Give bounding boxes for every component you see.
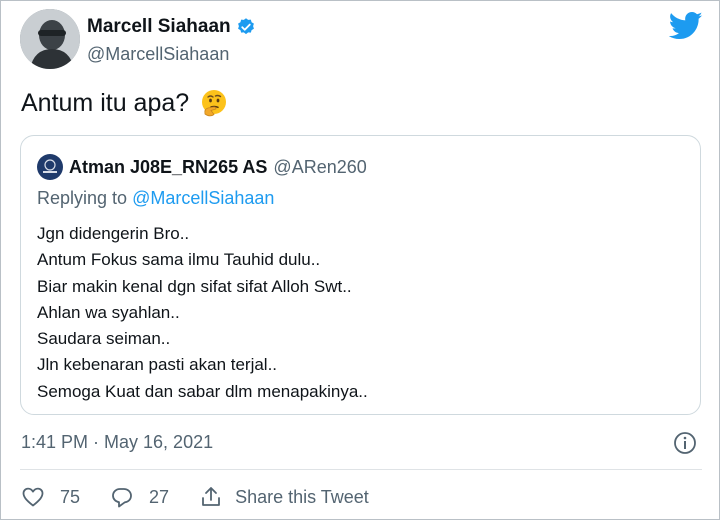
tweet-text-row: Antum itu apa?: [21, 88, 229, 118]
quoted-line: Jln kebenaran pasti akan terjal..: [37, 355, 278, 375]
quoted-line: Antum Fokus sama ilmu Tauhid dulu..: [37, 250, 321, 270]
quoted-tweet-body: Jgn didengerin Bro.. Antum Fokus sama il…: [37, 221, 368, 405]
thinking-face-icon: [202, 90, 227, 117]
avatar[interactable]: [20, 9, 80, 69]
heart-icon: [22, 487, 44, 507]
quoted-tweet[interactable]: Atman J08E_RN265 AS @ARen260 Replying to…: [20, 135, 701, 415]
quoted-author-handle[interactable]: @ARen260: [273, 157, 366, 178]
share-label: Share this Tweet: [235, 486, 369, 507]
quoted-tweet-header: Atman J08E_RN265 AS @ARen260: [37, 154, 367, 180]
tweet-actions: 75 27 Share this Tweet: [21, 485, 399, 509]
quoted-author-name[interactable]: Atman J08E_RN265 AS: [69, 157, 267, 178]
quoted-line: Saudara seiman..: [37, 329, 171, 349]
share-button[interactable]: Share this Tweet: [199, 485, 369, 509]
author-name[interactable]: Marcell Siahaan: [87, 16, 231, 38]
divider: [20, 469, 702, 470]
verified-badge-icon: [237, 18, 254, 35]
replying-to-prefix: Replying to: [37, 188, 128, 208]
twitter-logo-icon[interactable]: [669, 11, 703, 41]
reply-count: 27: [149, 486, 170, 507]
quoted-avatar-emblem-icon: [37, 154, 63, 180]
like-count: 75: [60, 486, 81, 507]
like-button[interactable]: 75: [21, 485, 80, 509]
quoted-avatar[interactable]: [37, 154, 63, 180]
quoted-line: Ahlan wa syahlan..: [37, 302, 180, 322]
reply-button[interactable]: 27: [110, 485, 169, 509]
tweet-timestamp[interactable]: 1:41 PM · May 16, 2021: [21, 432, 213, 453]
replying-to: Replying to @MarcellSiahaan: [37, 188, 274, 209]
info-icon[interactable]: [673, 431, 697, 455]
replying-to-mention[interactable]: @MarcellSiahaan: [132, 188, 274, 208]
tweet-text: Antum itu apa?: [21, 88, 190, 117]
share-icon: [202, 487, 220, 506]
quoted-line: Biar makin kenal dgn sifat sifat Alloh S…: [37, 276, 352, 296]
tweet-card: Marcell Siahaan @MarcellSiahaan Antum it…: [0, 0, 720, 520]
reply-bubble-icon: [112, 488, 132, 508]
author-handle[interactable]: @MarcellSiahaan: [87, 44, 256, 65]
quoted-line: Semoga Kuat dan sabar dlm menapakinya..: [37, 381, 368, 401]
avatar-image: [20, 9, 80, 69]
quoted-line: Jgn didengerin Bro..: [37, 224, 190, 243]
author-block: Marcell Siahaan @MarcellSiahaan: [87, 15, 256, 65]
